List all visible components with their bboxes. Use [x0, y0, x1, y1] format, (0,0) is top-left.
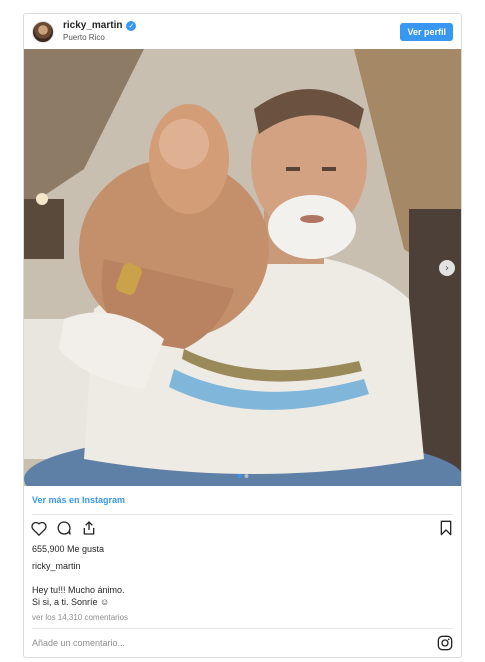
- divider: [32, 628, 453, 629]
- post-actions: [31, 520, 97, 536]
- username[interactable]: ricky_martin: [63, 20, 122, 32]
- like-heart-icon[interactable]: [31, 521, 47, 536]
- username-row: ricky_martin ✓: [63, 20, 137, 32]
- photo-illustration: [24, 49, 461, 486]
- view-more-link[interactable]: Ver más en Instagram: [32, 495, 125, 505]
- instagram-logo-icon[interactable]: [437, 635, 453, 656]
- likes-count[interactable]: 655,900 Me gusta: [32, 544, 104, 554]
- divider: [32, 514, 453, 515]
- view-comments-link[interactable]: ver los 14,310 comentarios: [32, 613, 128, 622]
- carousel-dot: [244, 474, 248, 478]
- caption-line-1: Hey tu!!! Mucho ánimo.: [32, 585, 125, 595]
- share-icon[interactable]: [81, 520, 97, 536]
- instagram-embed-card: ricky_martin ✓ Puerto Rico Ver perfil › …: [23, 13, 462, 658]
- caption-line-2: Si si, a ti. Sonríe ☺: [32, 597, 110, 607]
- comment-bubble-icon[interactable]: [56, 520, 72, 536]
- verified-badge-icon: ✓: [126, 20, 137, 31]
- carousel-dot-active: [237, 474, 241, 478]
- save-bookmark-icon[interactable]: [439, 520, 453, 536]
- caption-text: Hey tu!!! Mucho ánimo. Si si, a ti. Sonr…: [32, 584, 125, 608]
- location[interactable]: Puerto Rico: [63, 32, 136, 44]
- caption-author[interactable]: ricky_martin: [32, 561, 81, 571]
- view-profile-button[interactable]: Ver perfil: [400, 22, 453, 41]
- post-header: ricky_martin ✓ Puerto Rico Ver perfil: [24, 14, 461, 49]
- carousel-indicator: [237, 474, 248, 478]
- user-info: ricky_martin ✓ Puerto Rico: [63, 20, 137, 44]
- post-photo[interactable]: ›: [24, 49, 461, 486]
- avatar[interactable]: [32, 20, 54, 43]
- add-comment-input[interactable]: Añade un comentario...: [32, 638, 125, 648]
- next-photo-chevron-right-icon[interactable]: ›: [439, 260, 455, 276]
